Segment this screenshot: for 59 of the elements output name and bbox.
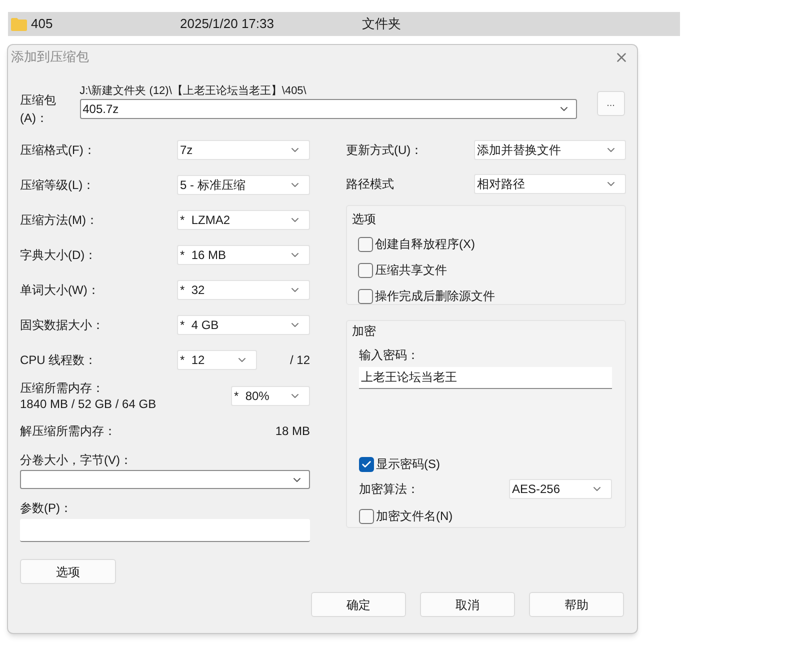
dropdown[interactable]: AES-256 bbox=[509, 479, 612, 499]
field-label: 加密算法： bbox=[359, 481, 419, 498]
dropdown[interactable]: * 16 MB bbox=[177, 245, 310, 265]
memory-value: 18 MB bbox=[275, 423, 310, 440]
field-label: 输入密码： bbox=[359, 347, 420, 364]
thread-total: / 12 bbox=[290, 352, 310, 369]
group-title: 加密 bbox=[352, 323, 377, 340]
dropdown[interactable]: 7z bbox=[177, 140, 310, 160]
dropdown[interactable]: * 12 bbox=[177, 350, 257, 370]
dialog-button[interactable]: 取消 bbox=[420, 592, 515, 617]
dropdown[interactable]: * 32 bbox=[177, 280, 310, 300]
params-field[interactable] bbox=[20, 519, 310, 542]
checkbox-label: 操作完成后删除源文件 bbox=[375, 288, 495, 305]
password-field[interactable]: 上老王论坛当老王 bbox=[359, 367, 612, 389]
group-title: 选项 bbox=[352, 212, 376, 226]
dropdown[interactable]: * 4 GB bbox=[177, 315, 310, 335]
field-label: 压缩等级(L)： bbox=[20, 177, 95, 194]
dropdown[interactable]: * 80% bbox=[231, 386, 310, 406]
dialog-button[interactable]: 确定 bbox=[311, 592, 406, 617]
file-name: 405 bbox=[31, 15, 54, 34]
options-button[interactable]: 选项 bbox=[20, 559, 116, 584]
checkbox-label: 加密文件名(N) bbox=[376, 508, 453, 525]
field-label: 压缩方法(M)： bbox=[20, 212, 98, 229]
field-label: 压缩所需内存： bbox=[20, 380, 105, 396]
checkbox[interactable] bbox=[359, 508, 374, 524]
window-title: 添加到压缩包 bbox=[11, 48, 89, 66]
checkbox[interactable] bbox=[358, 236, 373, 252]
checkbox-label: 显示密码(S) bbox=[376, 456, 440, 473]
field-label: 压缩包(A)： bbox=[20, 92, 57, 127]
field-label: 分卷大小，字节(V)： bbox=[20, 452, 133, 468]
checkmark-icon bbox=[361, 458, 372, 470]
field-label: 字典大小(D)： bbox=[20, 247, 97, 264]
volume-field[interactable] bbox=[20, 470, 310, 489]
field-label: 单词大小(W)： bbox=[20, 282, 100, 299]
field-label: 参数(P)： bbox=[20, 500, 73, 516]
checkbox-label: 创建自释放程序(X) bbox=[375, 236, 475, 253]
dropdown[interactable]: * LZMA2 bbox=[177, 210, 310, 230]
browse-button[interactable]: ... bbox=[596, 91, 625, 116]
dropdown[interactable]: 相对路径 bbox=[474, 174, 626, 194]
field-label: 固实数据大小： bbox=[20, 317, 104, 334]
dropdown[interactable]: 添加并替换文件 bbox=[474, 140, 626, 160]
archive-field[interactable]: 405.7z bbox=[80, 99, 577, 119]
checkbox[interactable] bbox=[358, 262, 373, 278]
file-date: 2025/1/20 17:33 bbox=[180, 15, 275, 34]
field-label: 路径模式 bbox=[346, 176, 394, 193]
dialog-button[interactable]: 帮助 bbox=[529, 592, 624, 617]
checkbox[interactable] bbox=[359, 456, 374, 472]
file-row[interactable]: 405 2025/1/20 17:33 文件夹 bbox=[8, 12, 680, 36]
file-type: 文件夹 bbox=[362, 15, 401, 34]
memory-usage: 1840 MB / 52 GB / 64 GB bbox=[20, 396, 156, 412]
field-label: 解压缩所需内存： bbox=[20, 423, 116, 440]
field-label: CPU 线程数： bbox=[20, 352, 98, 369]
checkbox[interactable] bbox=[358, 288, 373, 304]
checkbox-label: 压缩共享文件 bbox=[375, 262, 447, 279]
field-label: 更新方式(U)： bbox=[346, 142, 423, 159]
folder-icon bbox=[11, 18, 27, 30]
field-label: 压缩格式(F)： bbox=[20, 142, 96, 159]
dropdown[interactable]: 5 - 标准压缩 bbox=[177, 175, 310, 195]
archive-path: J:\新建文件夹 (12)\【上老王论坛当老王】\405\ bbox=[80, 84, 308, 99]
